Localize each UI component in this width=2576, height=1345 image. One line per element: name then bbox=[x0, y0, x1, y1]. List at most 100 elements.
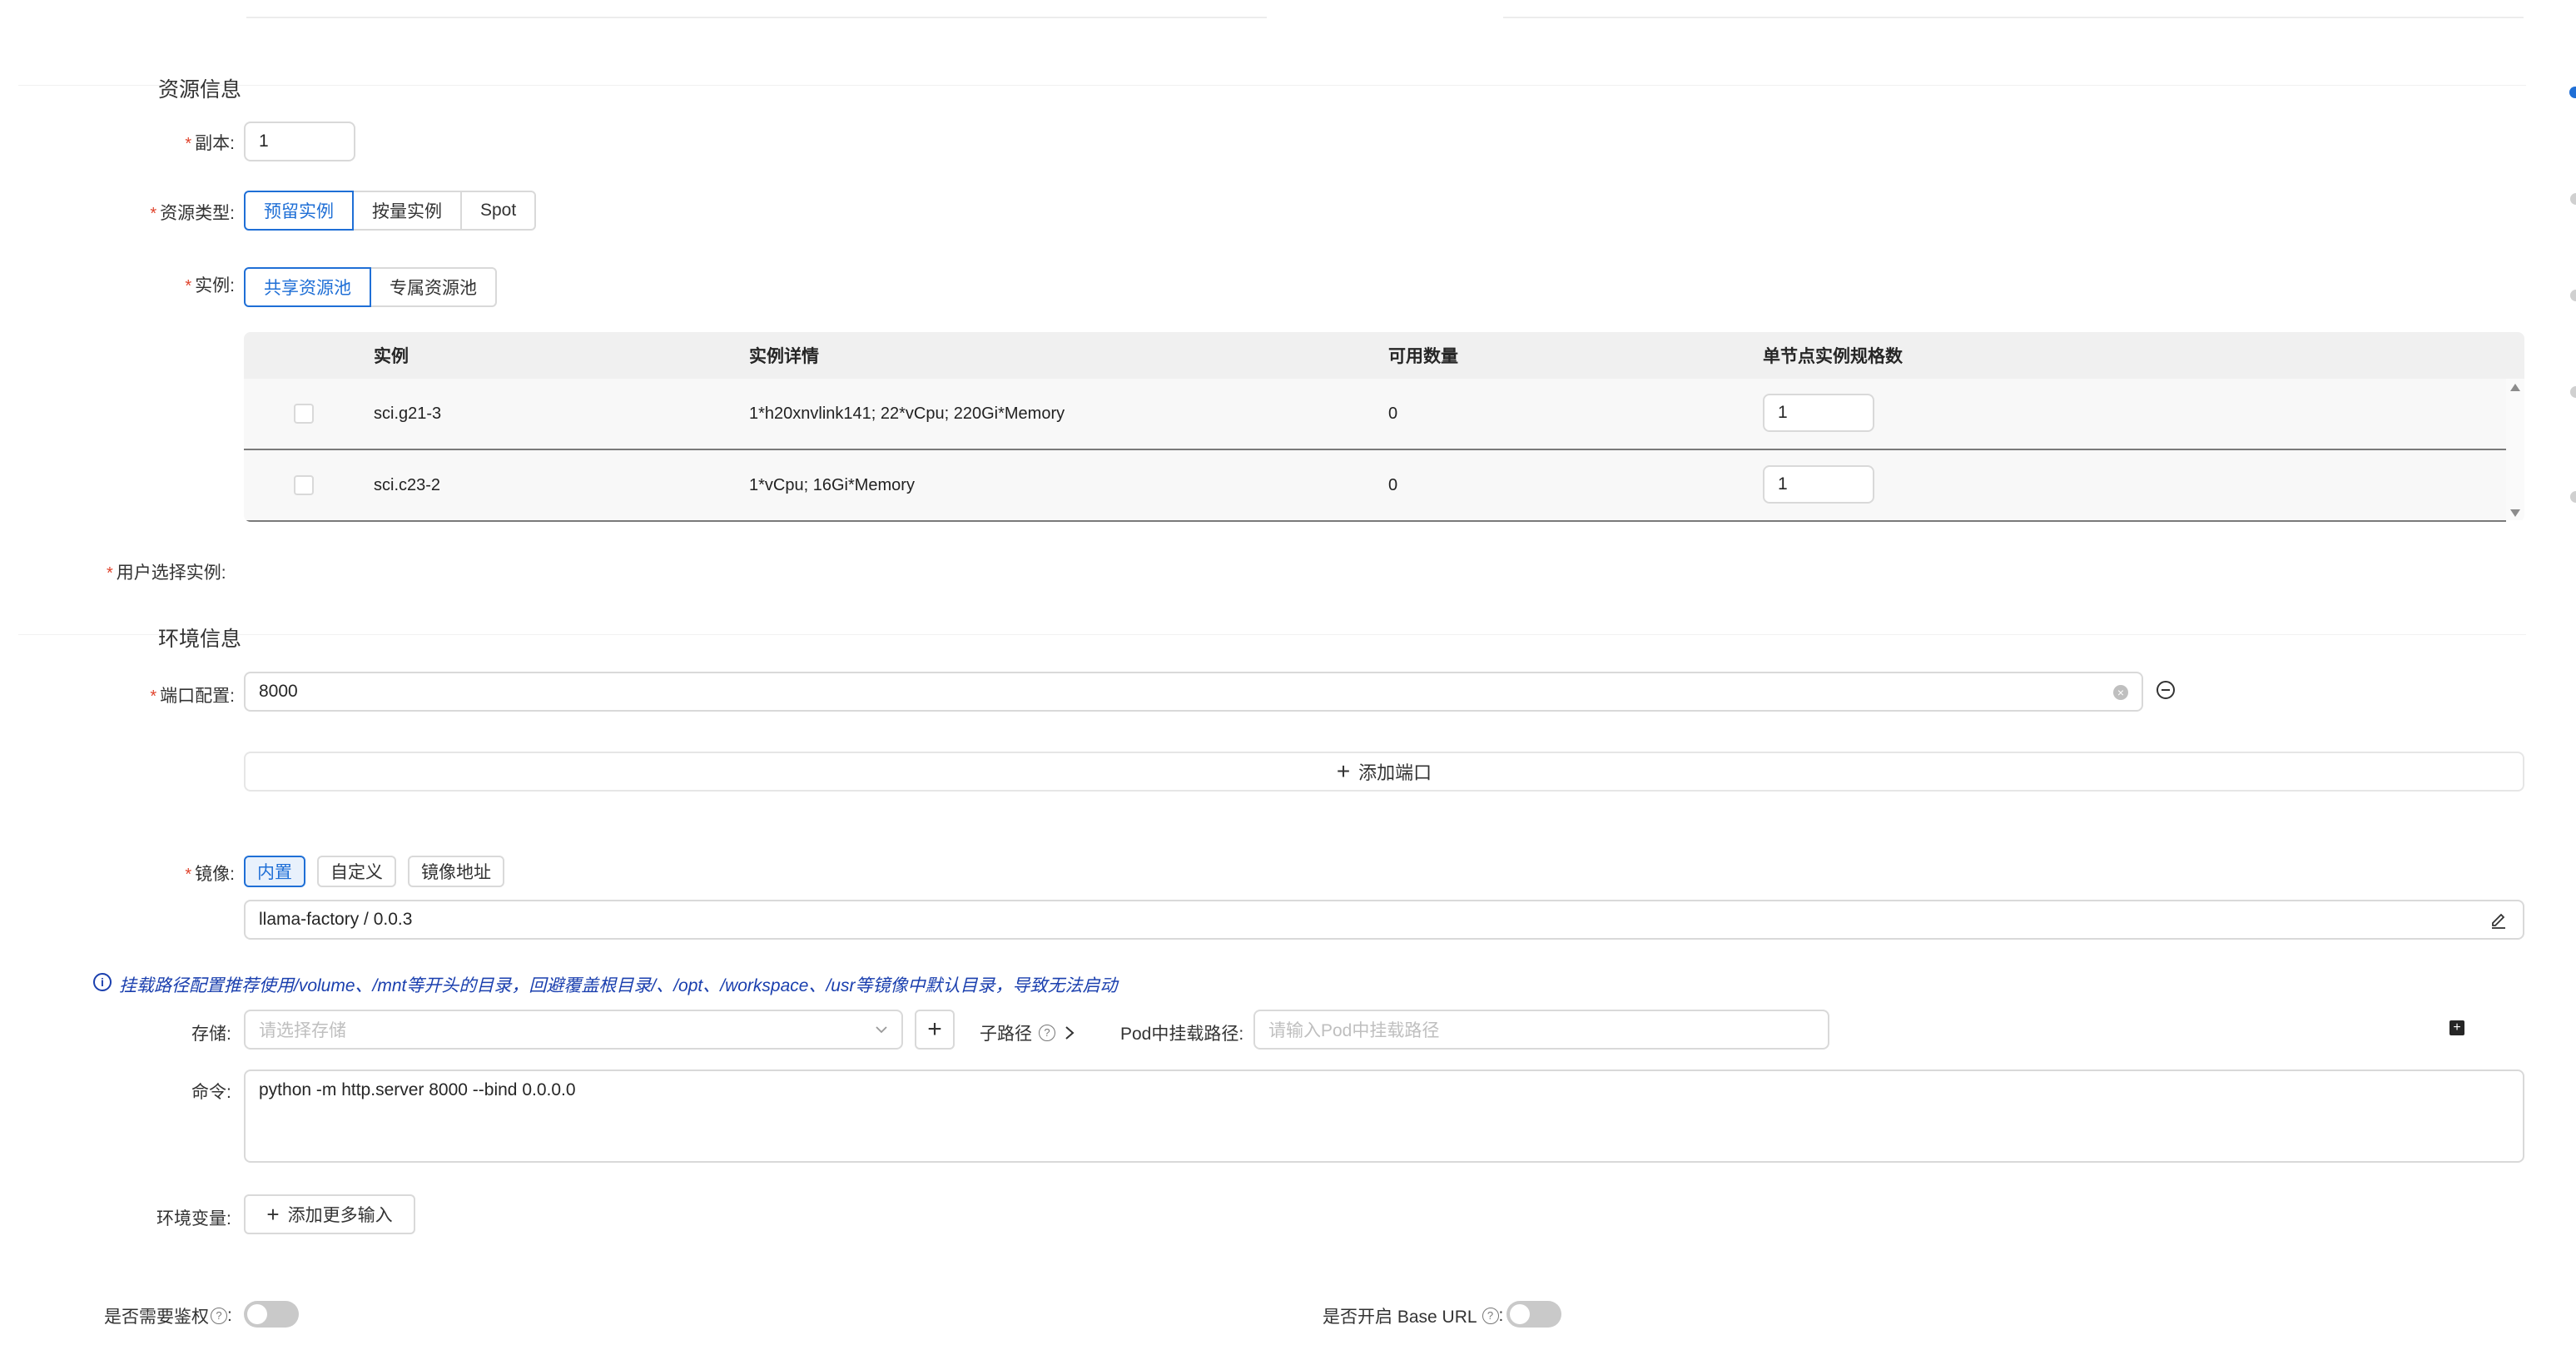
port-input[interactable]: 8000 × bbox=[244, 672, 2143, 712]
image-label: * 镜像: bbox=[185, 861, 235, 886]
edit-icon[interactable] bbox=[2489, 911, 2508, 930]
prev-field-bottom-right bbox=[1503, 17, 2524, 18]
section-divider bbox=[18, 85, 2526, 86]
prev-field-bottom-left bbox=[246, 17, 1267, 18]
header-spec: 单节点实例规格数 bbox=[1763, 347, 1903, 366]
toggle-knob bbox=[1510, 1304, 1530, 1324]
resource-type-label: * 资源类型: bbox=[150, 200, 235, 225]
required-mark: * bbox=[185, 866, 192, 884]
add-env-var-button[interactable]: + 添加更多输入 bbox=[244, 1194, 415, 1234]
help-icon[interactable]: ? bbox=[1039, 1025, 1055, 1041]
auth-label: 是否需要鉴权 bbox=[104, 1308, 209, 1327]
add-mount-icon[interactable]: + bbox=[2449, 1020, 2464, 1035]
user-selected-label-text: 用户选择实例: bbox=[116, 563, 226, 583]
colon: : bbox=[1498, 1306, 1504, 1325]
required-mark: * bbox=[150, 205, 157, 223]
resource-type-ondemand[interactable]: 按量实例 bbox=[352, 191, 462, 231]
remove-port-icon[interactable] bbox=[2157, 681, 2175, 699]
add-port-label: 添加端口 bbox=[1358, 762, 1432, 783]
auth-toggle[interactable] bbox=[244, 1301, 299, 1328]
chevron-down-icon bbox=[876, 1026, 887, 1034]
mount-notice: 挂载路径配置推荐使用/volume、/mnt等开头的目录，回避覆盖根目录/、/o… bbox=[119, 976, 1118, 995]
add-storage-button[interactable]: + bbox=[915, 1010, 955, 1050]
row-instance-detail: 1*h20xnvlink141; 22*vCpu; 220Gi*Memory bbox=[749, 404, 1065, 423]
port-label-text: 端口配置: bbox=[160, 687, 235, 706]
table-header: 实例 实例详情 可用数量 单节点实例规格数 bbox=[244, 332, 2524, 379]
row-spec-value: 1 bbox=[1778, 403, 1788, 422]
row-spec-input[interactable]: 1 bbox=[1763, 394, 1874, 432]
row-checkbox[interactable] bbox=[294, 404, 314, 424]
storage-label: 存储: bbox=[191, 1025, 231, 1044]
toggle-knob bbox=[247, 1304, 267, 1324]
row-available: 0 bbox=[1388, 404, 1398, 423]
image-select[interactable]: llama-factory / 0.0.3 bbox=[244, 900, 2524, 940]
help-icon[interactable]: ? bbox=[1482, 1308, 1499, 1324]
resource-type-label-text: 资源类型: bbox=[160, 204, 235, 223]
anchor-indicator[interactable] bbox=[2570, 491, 2576, 503]
image-label-text: 镜像: bbox=[195, 865, 235, 884]
pod-path-input[interactable]: 请输入Pod中挂载路径 bbox=[1253, 1010, 1829, 1050]
colon: : bbox=[227, 1306, 232, 1325]
row-available: 0 bbox=[1388, 475, 1398, 494]
scroll-up-icon[interactable] bbox=[2510, 384, 2520, 391]
env-vars-label: 环境变量: bbox=[156, 1209, 231, 1228]
image-value: llama-factory / 0.0.3 bbox=[259, 910, 413, 929]
scroll-down-icon[interactable] bbox=[2510, 509, 2520, 517]
table-row[interactable]: sci.c23-2 1*vCpu; 16Gi*Memory 0 1 bbox=[244, 450, 2506, 522]
instance-pool-segmented: 共享资源池 专属资源池 bbox=[244, 267, 497, 307]
instance-table: 实例 实例详情 可用数量 单节点实例规格数 sci.g21-3 1*h20xnv… bbox=[244, 332, 2524, 522]
base-url-label: 是否开启 Base URL bbox=[1323, 1308, 1477, 1327]
table-row[interactable]: sci.g21-3 1*h20xnvlink141; 22*vCpu; 220G… bbox=[244, 379, 2506, 450]
pod-path-label: Pod中挂载路径: bbox=[1120, 1025, 1244, 1044]
replicas-label-text: 副本: bbox=[195, 134, 235, 153]
required-mark: * bbox=[185, 277, 192, 295]
image-source-tabs: 内置 自定义 镜像地址 bbox=[244, 856, 504, 887]
add-port-button[interactable]: + 添加端口 bbox=[244, 752, 2524, 792]
instance-pool-dedicated[interactable]: 专属资源池 bbox=[370, 267, 497, 307]
required-mark: * bbox=[107, 564, 113, 583]
row-checkbox[interactable] bbox=[294, 475, 314, 495]
pod-path-placeholder: 请输入Pod中挂载路径 bbox=[1268, 1021, 1440, 1040]
row-spec-input[interactable]: 1 bbox=[1763, 465, 1874, 504]
minus-icon bbox=[2162, 689, 2170, 691]
clear-icon[interactable]: × bbox=[2113, 685, 2128, 700]
base-url-toggle[interactable] bbox=[1506, 1301, 1561, 1328]
chevron-right-icon[interactable] bbox=[1064, 1025, 1075, 1041]
image-source-address[interactable]: 镜像地址 bbox=[408, 856, 504, 887]
resource-type-reserved[interactable]: 预留实例 bbox=[244, 191, 354, 231]
row-instance-detail: 1*vCpu; 16Gi*Memory bbox=[749, 475, 915, 494]
subpath-toggle[interactable]: 子路径 ? bbox=[980, 1020, 1075, 1045]
header-detail: 实例详情 bbox=[749, 347, 819, 366]
header-available: 可用数量 bbox=[1388, 347, 1458, 366]
storage-select[interactable]: 请选择存储 bbox=[244, 1010, 903, 1050]
anchor-indicator[interactable] bbox=[2570, 290, 2576, 301]
required-mark: * bbox=[185, 135, 192, 153]
section-divider bbox=[18, 634, 2526, 635]
instance-label-text: 实例: bbox=[195, 276, 235, 295]
help-icon[interactable]: ? bbox=[211, 1308, 227, 1324]
instance-pool-shared[interactable]: 共享资源池 bbox=[244, 267, 371, 307]
table-scrollbar[interactable] bbox=[2506, 379, 2524, 520]
anchor-indicator[interactable] bbox=[2570, 193, 2576, 205]
section-title-resource: 资源信息 bbox=[158, 78, 242, 102]
user-selected-label: * 用户选择实例: bbox=[107, 559, 226, 584]
replicas-label: * 副本: bbox=[185, 130, 235, 155]
required-mark: * bbox=[150, 687, 157, 706]
row-spec-value: 1 bbox=[1778, 474, 1788, 494]
replicas-input[interactable]: 1 bbox=[244, 122, 355, 161]
anchor-indicator[interactable] bbox=[2570, 386, 2576, 398]
add-env-var-label: 添加更多输入 bbox=[287, 1206, 393, 1225]
command-label: 命令: bbox=[191, 1083, 231, 1102]
image-source-custom[interactable]: 自定义 bbox=[317, 856, 396, 887]
port-label: * 端口配置: bbox=[150, 682, 235, 707]
port-value: 8000 bbox=[259, 682, 298, 701]
plus-icon: + bbox=[266, 1201, 280, 1227]
image-source-builtin[interactable]: 内置 bbox=[244, 856, 305, 887]
info-icon: i bbox=[93, 973, 112, 991]
command-textarea[interactable]: python -m http.server 8000 --bind 0.0.0.… bbox=[244, 1070, 2524, 1163]
plus-icon: + bbox=[927, 1015, 942, 1043]
plus-icon: + bbox=[1336, 758, 1351, 784]
anchor-indicator-active[interactable] bbox=[2569, 87, 2576, 98]
row-instance-name: sci.g21-3 bbox=[374, 404, 442, 423]
resource-type-spot[interactable]: Spot bbox=[460, 191, 537, 231]
